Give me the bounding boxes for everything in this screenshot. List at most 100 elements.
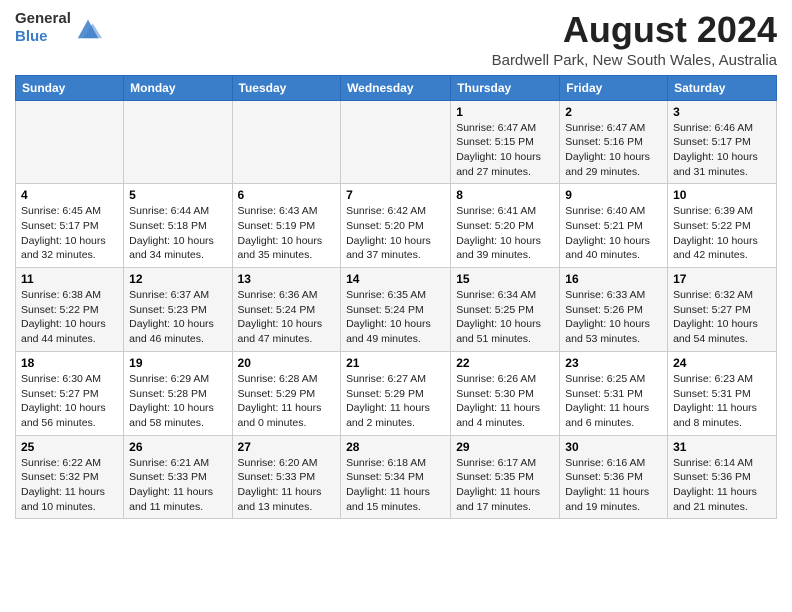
day-info: Sunrise: 6:43 AM Sunset: 5:19 PM Dayligh… [238, 204, 336, 263]
day-info: Sunrise: 6:41 AM Sunset: 5:20 PM Dayligh… [456, 204, 554, 263]
day-number: 21 [346, 356, 445, 370]
day-info: Sunrise: 6:45 AM Sunset: 5:17 PM Dayligh… [21, 204, 118, 263]
calendar-week-5: 25 Sunrise: 6:22 AM Sunset: 5:32 PM Dayli… [16, 435, 777, 519]
day-number: 17 [673, 272, 771, 286]
calendar-cell: 31 Sunrise: 6:14 AM Sunset: 5:36 PM Dayli… [668, 435, 777, 519]
calendar-cell: 14 Sunrise: 6:35 AM Sunset: 5:24 PM Dayli… [341, 268, 451, 352]
calendar-cell: 1 Sunrise: 6:47 AM Sunset: 5:15 PM Daylig… [451, 100, 560, 184]
day-info: Sunrise: 6:35 AM Sunset: 5:24 PM Dayligh… [346, 288, 445, 347]
day-info: Sunrise: 6:37 AM Sunset: 5:23 PM Dayligh… [129, 288, 226, 347]
day-info: Sunrise: 6:28 AM Sunset: 5:29 PM Dayligh… [238, 372, 336, 431]
calendar-cell: 7 Sunrise: 6:42 AM Sunset: 5:20 PM Daylig… [341, 184, 451, 268]
day-info: Sunrise: 6:47 AM Sunset: 5:15 PM Dayligh… [456, 121, 554, 180]
logo-text: General Blue [15, 10, 71, 46]
calendar-cell [124, 100, 232, 184]
day-info: Sunrise: 6:27 AM Sunset: 5:29 PM Dayligh… [346, 372, 445, 431]
day-info: Sunrise: 6:29 AM Sunset: 5:28 PM Dayligh… [129, 372, 226, 431]
column-header-thursday: Thursday [451, 75, 560, 100]
day-number: 5 [129, 188, 226, 202]
day-number: 28 [346, 440, 445, 454]
day-number: 26 [129, 440, 226, 454]
day-number: 6 [238, 188, 336, 202]
column-header-saturday: Saturday [668, 75, 777, 100]
calendar-cell: 19 Sunrise: 6:29 AM Sunset: 5:28 PM Dayli… [124, 351, 232, 435]
day-number: 25 [21, 440, 118, 454]
day-info: Sunrise: 6:34 AM Sunset: 5:25 PM Dayligh… [456, 288, 554, 347]
day-info: Sunrise: 6:33 AM Sunset: 5:26 PM Dayligh… [565, 288, 662, 347]
day-number: 13 [238, 272, 336, 286]
day-number: 3 [673, 105, 771, 119]
calendar-cell: 18 Sunrise: 6:30 AM Sunset: 5:27 PM Dayli… [16, 351, 124, 435]
column-header-sunday: Sunday [16, 75, 124, 100]
calendar-cell: 15 Sunrise: 6:34 AM Sunset: 5:25 PM Dayli… [451, 268, 560, 352]
day-number: 16 [565, 272, 662, 286]
day-info: Sunrise: 6:30 AM Sunset: 5:27 PM Dayligh… [21, 372, 118, 431]
calendar-cell: 27 Sunrise: 6:20 AM Sunset: 5:33 PM Dayli… [232, 435, 341, 519]
day-number: 19 [129, 356, 226, 370]
day-number: 12 [129, 272, 226, 286]
calendar-cell: 8 Sunrise: 6:41 AM Sunset: 5:20 PM Daylig… [451, 184, 560, 268]
day-number: 23 [565, 356, 662, 370]
day-info: Sunrise: 6:16 AM Sunset: 5:36 PM Dayligh… [565, 456, 662, 515]
day-number: 2 [565, 105, 662, 119]
day-number: 30 [565, 440, 662, 454]
day-number: 22 [456, 356, 554, 370]
day-info: Sunrise: 6:22 AM Sunset: 5:32 PM Dayligh… [21, 456, 118, 515]
day-number: 29 [456, 440, 554, 454]
calendar-header: SundayMondayTuesdayWednesdayThursdayFrid… [16, 75, 777, 100]
calendar-cell [16, 100, 124, 184]
day-info: Sunrise: 6:21 AM Sunset: 5:33 PM Dayligh… [129, 456, 226, 515]
calendar-cell: 4Sunrise: 6:45 AM Sunset: 5:17 PM Daylig… [16, 184, 124, 268]
calendar-cell: 11 Sunrise: 6:38 AM Sunset: 5:22 PM Dayli… [16, 268, 124, 352]
day-info: Sunrise: 6:23 AM Sunset: 5:31 PM Dayligh… [673, 372, 771, 431]
calendar-table: SundayMondayTuesdayWednesdayThursdayFrid… [15, 75, 777, 520]
day-number: 20 [238, 356, 336, 370]
calendar-week-4: 18 Sunrise: 6:30 AM Sunset: 5:27 PM Dayli… [16, 351, 777, 435]
column-header-monday: Monday [124, 75, 232, 100]
day-info: Sunrise: 6:42 AM Sunset: 5:20 PM Dayligh… [346, 204, 445, 263]
page-subtitle: Bardwell Park, New South Wales, Australi… [492, 52, 777, 69]
calendar-cell: 6 Sunrise: 6:43 AM Sunset: 5:19 PM Daylig… [232, 184, 341, 268]
calendar-week-2: 4Sunrise: 6:45 AM Sunset: 5:17 PM Daylig… [16, 184, 777, 268]
column-header-tuesday: Tuesday [232, 75, 341, 100]
day-info: Sunrise: 6:32 AM Sunset: 5:27 PM Dayligh… [673, 288, 771, 347]
title-block: August 2024 Bardwell Park, New South Wal… [492, 10, 777, 69]
calendar-week-1: 1 Sunrise: 6:47 AM Sunset: 5:15 PM Daylig… [16, 100, 777, 184]
page-title: August 2024 [492, 10, 777, 50]
calendar-cell: 16 Sunrise: 6:33 AM Sunset: 5:26 PM Dayli… [560, 268, 668, 352]
column-header-friday: Friday [560, 75, 668, 100]
day-number: 1 [456, 105, 554, 119]
day-info: Sunrise: 6:25 AM Sunset: 5:31 PM Dayligh… [565, 372, 662, 431]
calendar-cell: 9Sunrise: 6:40 AM Sunset: 5:21 PM Daylig… [560, 184, 668, 268]
calendar-cell: 2 Sunrise: 6:47 AM Sunset: 5:16 PM Daylig… [560, 100, 668, 184]
calendar-cell: 28 Sunrise: 6:18 AM Sunset: 5:34 PM Dayli… [341, 435, 451, 519]
day-number: 15 [456, 272, 554, 286]
calendar-cell: 22Sunrise: 6:26 AM Sunset: 5:30 PM Dayli… [451, 351, 560, 435]
day-info: Sunrise: 6:20 AM Sunset: 5:33 PM Dayligh… [238, 456, 336, 515]
day-info: Sunrise: 6:14 AM Sunset: 5:36 PM Dayligh… [673, 456, 771, 515]
calendar-cell: 12 Sunrise: 6:37 AM Sunset: 5:23 PM Dayli… [124, 268, 232, 352]
day-number: 11 [21, 272, 118, 286]
day-number: 14 [346, 272, 445, 286]
day-info: Sunrise: 6:40 AM Sunset: 5:21 PM Dayligh… [565, 204, 662, 263]
day-number: 27 [238, 440, 336, 454]
day-info: Sunrise: 6:47 AM Sunset: 5:16 PM Dayligh… [565, 121, 662, 180]
day-info: Sunrise: 6:38 AM Sunset: 5:22 PM Dayligh… [21, 288, 118, 347]
day-number: 18 [21, 356, 118, 370]
day-number: 7 [346, 188, 445, 202]
day-info: Sunrise: 6:18 AM Sunset: 5:34 PM Dayligh… [346, 456, 445, 515]
calendar-cell: 20 Sunrise: 6:28 AM Sunset: 5:29 PM Dayli… [232, 351, 341, 435]
calendar-cell: 25 Sunrise: 6:22 AM Sunset: 5:32 PM Dayli… [16, 435, 124, 519]
calendar-cell: 13 Sunrise: 6:36 AM Sunset: 5:24 PM Dayli… [232, 268, 341, 352]
day-number: 24 [673, 356, 771, 370]
day-info: Sunrise: 6:39 AM Sunset: 5:22 PM Dayligh… [673, 204, 771, 263]
calendar-cell: 21 Sunrise: 6:27 AM Sunset: 5:29 PM Dayli… [341, 351, 451, 435]
calendar-cell: 5Sunrise: 6:44 AM Sunset: 5:18 PM Daylig… [124, 184, 232, 268]
logo-icon [74, 14, 102, 42]
calendar-cell: 26 Sunrise: 6:21 AM Sunset: 5:33 PM Dayli… [124, 435, 232, 519]
calendar-cell: 29Sunrise: 6:17 AM Sunset: 5:35 PM Dayli… [451, 435, 560, 519]
column-header-wednesday: Wednesday [341, 75, 451, 100]
day-number: 31 [673, 440, 771, 454]
day-info: Sunrise: 6:36 AM Sunset: 5:24 PM Dayligh… [238, 288, 336, 347]
day-number: 8 [456, 188, 554, 202]
